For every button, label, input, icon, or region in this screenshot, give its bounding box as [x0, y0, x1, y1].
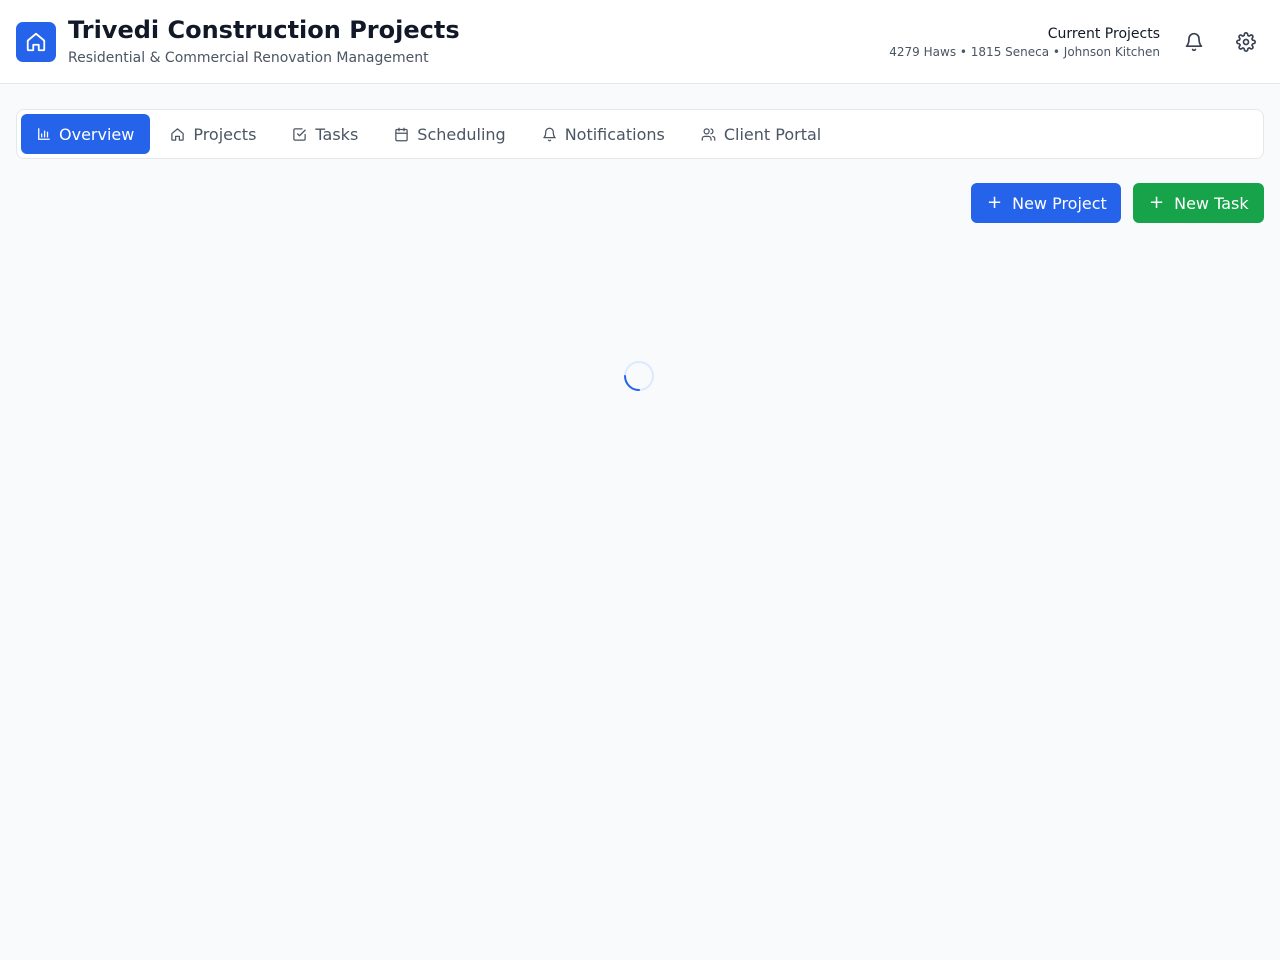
tab-label: Client Portal [723, 124, 822, 144]
tab-tasks[interactable]: Tasks [276, 114, 374, 154]
tab-projects[interactable]: Projects [154, 114, 272, 154]
current-projects: Current Projects 4279 Haws • 1815 Seneca… [889, 26, 1160, 59]
tab-overview[interactable]: Overview [21, 114, 151, 154]
new-task-button[interactable]: + New Task [1133, 183, 1264, 223]
tab-label: Tasks [315, 124, 359, 144]
tab-label: Scheduling [417, 124, 506, 144]
bell-icon [542, 127, 556, 141]
current-projects-label: Current Projects [1047, 26, 1160, 42]
calendar-icon [395, 127, 409, 141]
bar-chart-icon [38, 128, 50, 140]
new-task-label: New Task [1174, 193, 1249, 213]
tab-label: Notifications [564, 124, 665, 144]
page-title: Trivedi Construction Projects [68, 16, 460, 44]
bell-icon[interactable] [1182, 30, 1206, 54]
tab-notifications[interactable]: Notifications [526, 114, 681, 154]
home-icon[interactable] [16, 22, 56, 62]
current-projects-list: 4279 Haws • 1815 Seneca • Johnson Kitche… [889, 45, 1160, 59]
tab-scheduling[interactable]: Scheduling [378, 114, 521, 154]
loading-spinner [624, 361, 654, 391]
main-tabs: Overview Projects Tasks Scheduling Notif… [16, 109, 1264, 159]
plus-icon: + [987, 192, 1003, 213]
app-header: Trivedi Construction Projects Residentia… [0, 0, 1280, 84]
new-project-label: New Project [1012, 193, 1107, 213]
tab-label: Projects [193, 124, 257, 144]
page-subtitle: Residential & Commercial Renovation Mana… [68, 50, 429, 66]
checkbox-icon [293, 127, 307, 141]
plus-icon: + [1149, 192, 1165, 213]
new-project-button[interactable]: + New Project [971, 183, 1121, 223]
tab-label: Overview [59, 124, 135, 144]
users-icon [701, 127, 716, 141]
home-icon [171, 127, 185, 141]
gear-icon[interactable] [1234, 30, 1258, 54]
tab-client-portal[interactable]: Client Portal [685, 114, 837, 154]
